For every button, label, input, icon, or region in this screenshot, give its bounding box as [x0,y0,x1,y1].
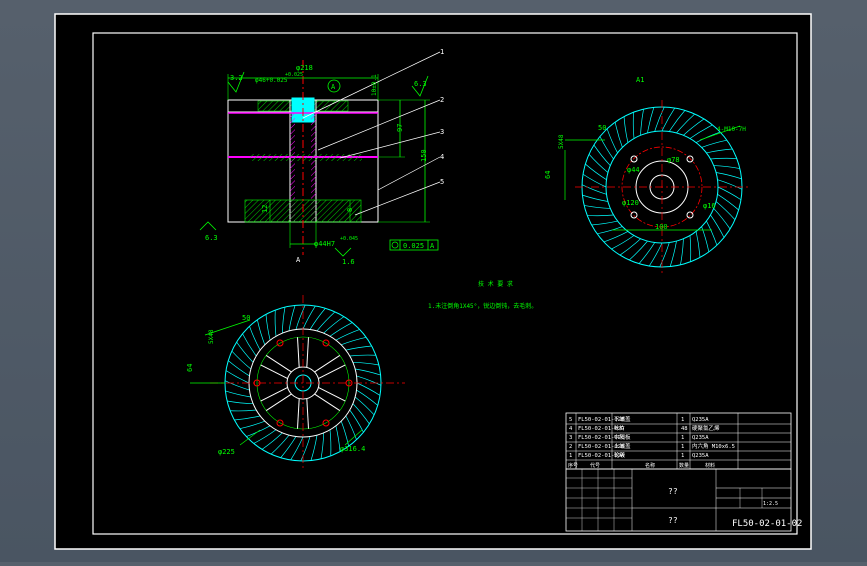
parts-cell-qty: 1 [681,435,684,441]
dim-h150: 150 [420,149,428,162]
parts-cell-no: 3 [569,435,572,441]
callout-1: 1 [440,48,444,56]
top-dim-5x48: 5X48 [558,134,565,149]
parts-cell-name: 中隔板 [614,433,631,441]
top-dim-100: 100 [655,223,668,231]
parts-cell-name: 轮毂 [614,451,626,459]
roughness-1-6: 1.6 [342,258,355,266]
parts-cell-qty: 1 [681,417,684,423]
parts-cell-material: Q235A [692,453,709,459]
roughness-bottom: 6.3 [205,234,218,242]
dim-top-dia: φ218 [296,64,313,72]
bottom-dim-225: φ225 [218,448,235,456]
parts-header-material: 材料 [705,462,715,469]
callout-5: 5 [440,178,444,186]
top-dim-44: φ44 [627,166,640,174]
top-dim-holes: 4-M10-7H [717,126,746,133]
callout-3: 3 [440,128,444,136]
dim-8: 8 [346,208,354,212]
cad-viewport[interactable]: φ218 φ46+0.025 +0.025 3.2 6.3 6.3 A 10±0… [0,0,867,562]
dim-bottom-sub: +0.045 [340,236,358,242]
dim-12: 12 [261,205,269,213]
parts-header-no: 序号 [568,462,578,469]
bottom-dim-64: 64 [186,364,194,372]
roughness-right: 6.3 [414,80,427,88]
notes-line-1: 1.未注倒角1X45°，锐边倒钝，去毛刺。 [428,302,537,310]
parts-cell-no: 2 [569,444,572,450]
parts-cell-no: 5 [569,417,572,423]
title-company-placeholder: ?? [668,516,678,525]
bottom-dim-50: 50 [242,314,250,322]
parts-header-name: 名称 [645,462,655,469]
parts-cell-material: 内六角 M10x6.5 [692,442,735,450]
title-name-placeholder: ?? [668,487,678,496]
dim-bore-tol: φ46+0.025 [255,77,288,84]
parts-cell-name: 下端盖 [614,415,631,423]
callout-4: 4 [440,153,444,161]
bottom-dim-316: φ316.4 [340,445,365,453]
title-scale: 1:2.5 [763,501,778,507]
dim-bore-sub: +0.025 [285,72,303,78]
callout-2: 2 [440,96,444,104]
parts-header-code: 代号 [590,462,600,469]
top-view-label: A1 [636,76,644,84]
parts-cell-material: 硬聚氯乙烯 [692,424,720,432]
tolerance-value: 0.025 [403,242,424,250]
dim-bottom-dia: φ44H7 [314,240,335,248]
notes-title: 技 术 要 求 [478,280,513,288]
parts-cell-name: 叶片 [614,424,625,432]
dim-h97: 97 [396,124,404,132]
top-dim-50: 50 [598,124,606,132]
parts-cell-name: 上端盖 [614,442,631,450]
parts-cell-material: Q235A [692,417,709,423]
top-dim-16: φ16 [703,202,716,210]
top-dim-64: 64 [544,171,552,179]
bottom-dim-5x48: 5X48 [208,329,215,344]
parts-header-qty: 数量 [679,462,689,469]
parts-cell-material: Q235A [692,435,709,441]
drawing-number: FL50-02-01-02 [732,519,802,529]
parts-cell-qty: 1 [681,453,684,459]
parts-cell-qty: 48 [681,426,688,432]
roughness-top: 3.2 [230,74,243,82]
parts-cell-qty: 1 [681,444,684,450]
drawing-canvas[interactable]: φ218 φ46+0.025 +0.025 3.2 6.3 6.3 A 10±0… [0,0,867,562]
top-dim-78: φ78 [667,156,680,164]
dim-flatness: 10±0.1 [371,74,378,96]
parts-cell-no: 1 [569,453,572,459]
top-dim-120: φ120 [622,199,639,207]
